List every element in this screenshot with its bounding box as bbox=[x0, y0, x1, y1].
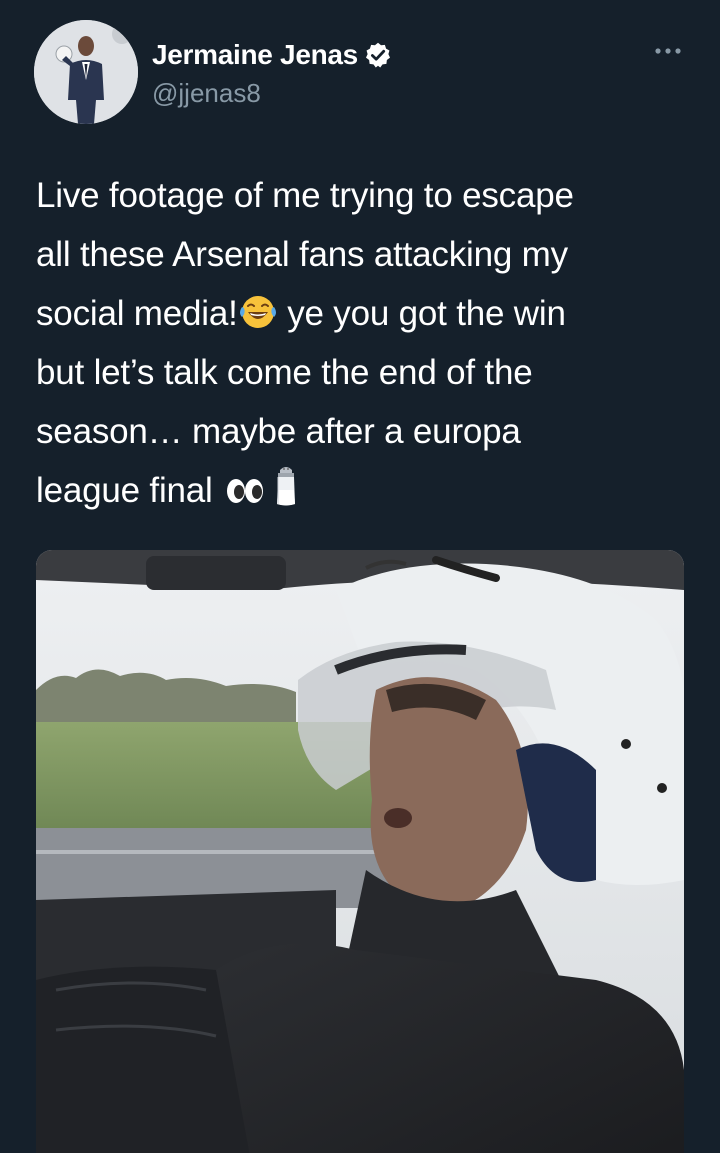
face-with-tears-of-joy-emoji bbox=[238, 290, 278, 349]
verified-badge-icon bbox=[364, 41, 392, 69]
tweet-line: season… maybe after a europa bbox=[36, 402, 686, 461]
tweet-video-media[interactable] bbox=[36, 550, 684, 1153]
tweet-text: Live footage of me trying to escape all … bbox=[36, 166, 686, 520]
more-horizontal-icon bbox=[655, 48, 681, 54]
tweet-line-text: league final bbox=[36, 471, 223, 510]
tweet-line-text: social media! bbox=[36, 294, 238, 333]
tweet-line-text: all these Arsenal fans attacking my bbox=[36, 235, 568, 274]
tweet-line: Live footage of me trying to escape bbox=[36, 166, 686, 225]
tweet-line-text: but let’s talk come the end of the bbox=[36, 353, 533, 392]
tweet-line-text: season… maybe after a europa bbox=[36, 412, 521, 451]
author-handle[interactable]: @jjenas8 bbox=[152, 78, 261, 109]
tweet-line-text: Live footage of me trying to escape bbox=[36, 176, 574, 215]
tweet-line: league final bbox=[36, 461, 686, 520]
avatar-photo bbox=[34, 20, 138, 124]
eyes-emoji bbox=[222, 467, 268, 526]
tweet-view: Jermaine Jenas @jjenas8 Live footage of … bbox=[0, 0, 720, 1153]
author-avatar[interactable] bbox=[34, 20, 138, 124]
tweet-line-text: ye you got the win bbox=[277, 294, 566, 333]
author-display-name[interactable]: Jermaine Jenas bbox=[152, 39, 358, 71]
tweet-line: but let’s talk come the end of the bbox=[36, 343, 686, 402]
video-frame bbox=[36, 550, 684, 1153]
salt-shaker-emoji bbox=[274, 464, 298, 526]
author-name-row[interactable]: Jermaine Jenas bbox=[152, 38, 392, 72]
tweet-line: all these Arsenal fans attacking my bbox=[36, 225, 686, 284]
tweet-line: social media! ye you got the win bbox=[36, 284, 686, 343]
more-options-button[interactable] bbox=[646, 36, 690, 66]
